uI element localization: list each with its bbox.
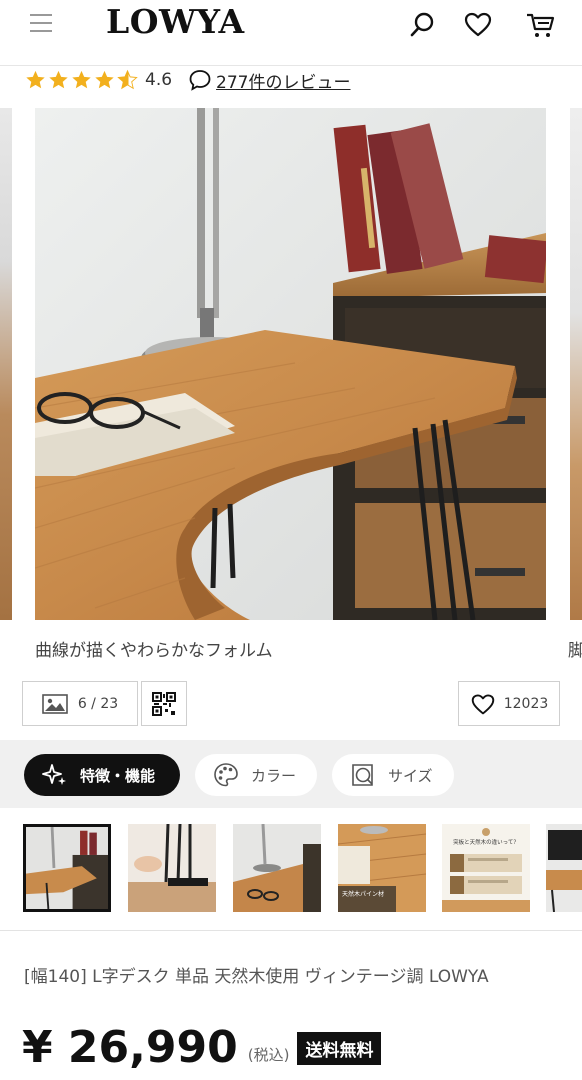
size-icon [352,764,373,786]
product-price: ¥ 26,990 [22,1022,238,1073]
speech-bubble-icon [189,70,211,91]
image-counter-button[interactable]: 6 / 23 [22,681,138,726]
heart-icon[interactable] [463,10,493,40]
qr-code-icon [152,691,176,716]
free-shipping-badge: 送料無料 [297,1032,382,1065]
thumbnail-2[interactable] [128,824,216,912]
menu-icon[interactable] [30,14,54,34]
thumbnail-3[interactable] [233,824,321,912]
site-header: LOWYA [0,0,582,66]
thumbnail-text: 突板と天然木の違いって？ [453,838,519,846]
main-product-photo[interactable] [35,108,546,620]
search-icon[interactable] [408,10,438,40]
thumbnail-5[interactable]: 突板と天然木の違いって？ [442,824,530,912]
qr-code-button[interactable] [141,681,187,726]
image-icon [42,693,68,714]
thumbnail-strip: 天然木パイン材 突板と天然木の違いって？ [0,822,582,918]
site-logo[interactable]: LOWYA [106,2,245,41]
star-icon [95,70,114,89]
thumbnail-text: 天然木パイン材 [342,890,384,898]
tab-size[interactable]: サイズ [332,754,454,796]
star-icon [72,70,91,89]
tax-note: (税込) [247,1046,290,1064]
sparkle-icon [42,764,66,785]
favorite-button[interactable]: 12023 [458,681,560,726]
star-icon [26,70,45,89]
star-icon [49,70,68,89]
thumbnail-1[interactable] [23,824,111,912]
review-count-link[interactable]: 277件のレビュー [216,68,350,93]
product-title: [幅140] L字デスク 単品 天然木使用 ヴィンテージ調 LOWYA [24,967,489,987]
tab-label: カラー [251,766,297,785]
image-counter-text: 6 / 23 [77,695,119,712]
previous-image-peek[interactable] [0,108,12,620]
image-caption: 曲線が描くやわらかなフォルム [35,641,273,661]
thumbnail-6[interactable] [546,824,582,912]
star-rating [24,69,139,91]
next-image-peek[interactable] [570,108,582,620]
thumbnail-4[interactable]: 天然木パイン材 [338,824,426,912]
rating-row: 4.6 277件のレビュー [24,68,351,93]
favorite-count: 12023 [503,695,549,712]
half-star-icon [117,69,138,90]
next-image-caption-peek: 脚 [568,641,582,661]
tab-label: サイズ [388,766,433,785]
section-divider [0,930,582,931]
price-row: ¥ 26,990 (税込) 送料無料 [22,1022,382,1073]
palette-icon [214,763,238,787]
heart-icon [471,693,494,714]
gallery-filter-tabs: 特徴・機能 カラー サイズ [0,740,582,808]
tab-color[interactable]: カラー [195,754,317,796]
tab-label: 特徴・機能 [80,766,156,785]
tab-features[interactable]: 特徴・機能 [24,754,180,796]
product-image-carousel[interactable] [0,108,582,620]
cart-icon[interactable] [525,10,555,40]
rating-value: 4.6 [145,70,173,90]
